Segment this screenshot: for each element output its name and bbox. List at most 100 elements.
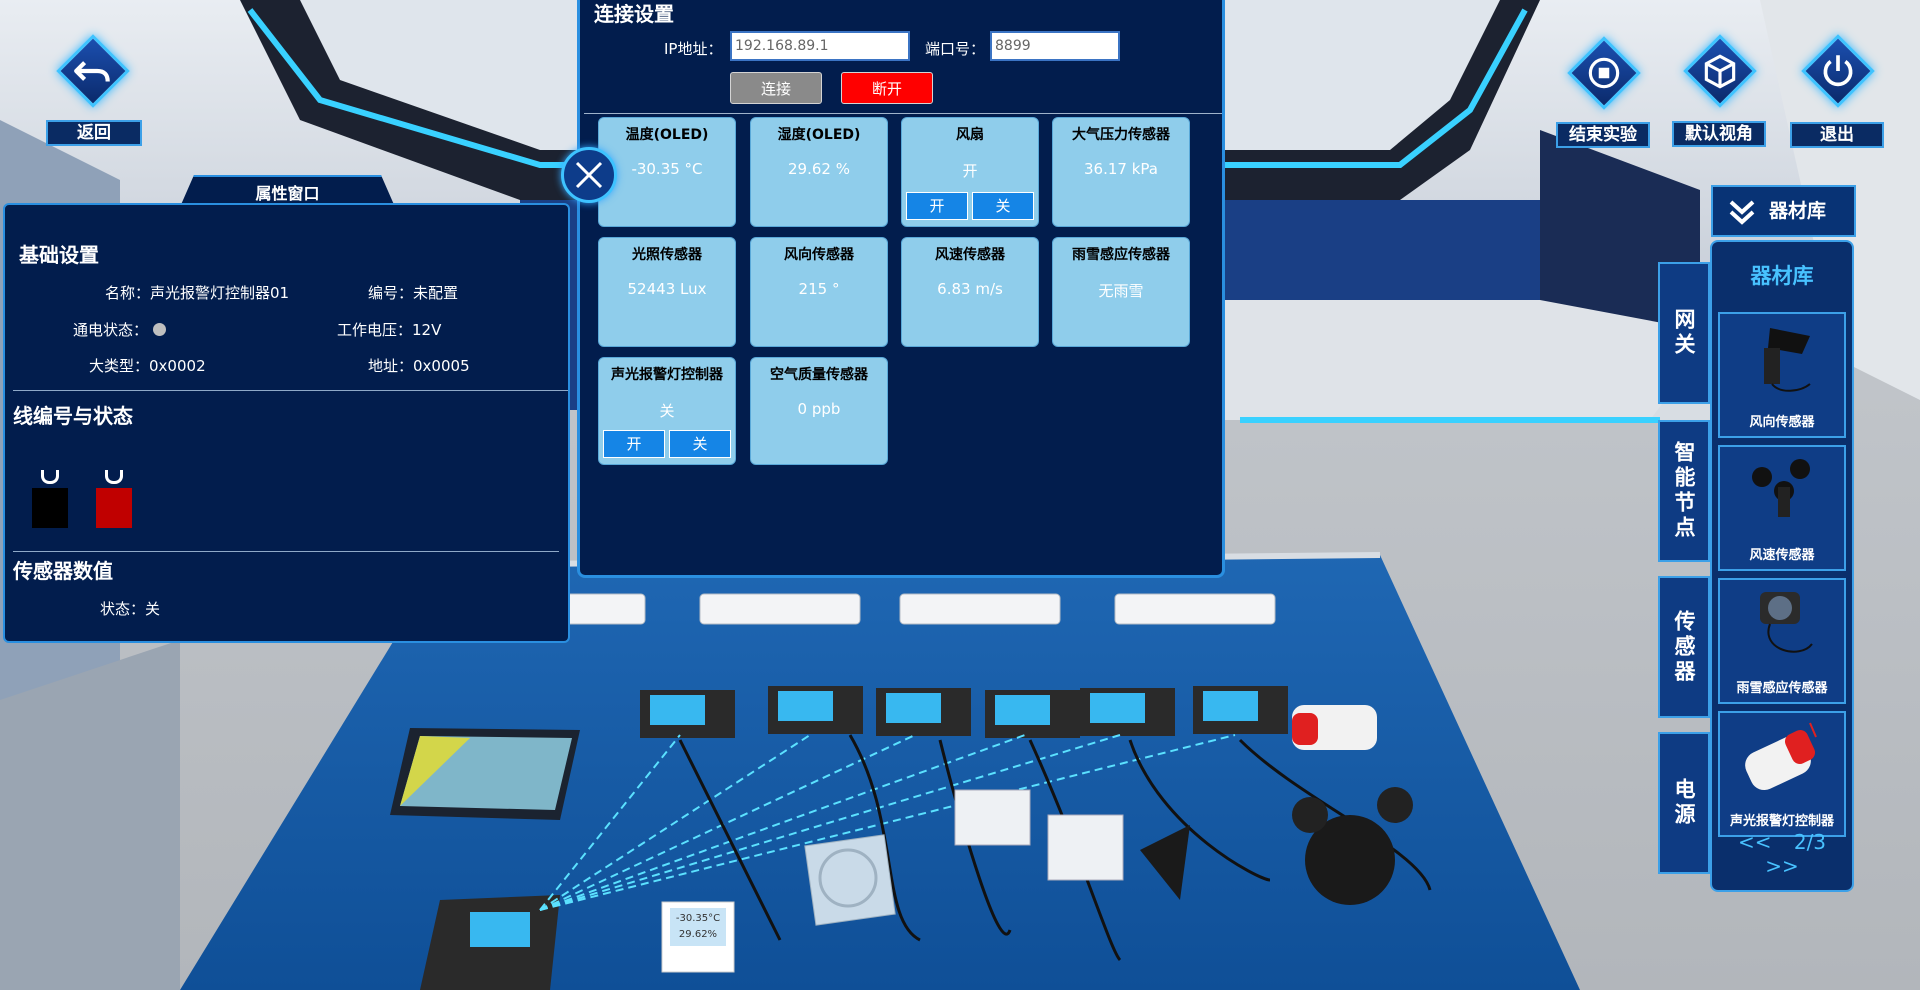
tab-sensor[interactable]: 传感器 [1658,576,1710,718]
cube-icon [1704,54,1736,89]
basic-settings-title: 基础设置 [19,243,99,267]
next-page-button[interactable]: >> [1765,854,1799,878]
default-view-label[interactable]: 默认视角 [1672,121,1766,147]
power-state-dot-icon [152,323,166,336]
library-item-alarm-light[interactable]: 声光报警灯控制器 [1718,711,1846,837]
address-key: 地址： [368,357,414,375]
humidity-oled-card: 湿度(OLED) 29.62 % [750,117,888,227]
fan-on-button[interactable]: 开 [906,192,968,220]
close-dialog-button[interactable] [561,147,617,203]
card-title: 大气压力传感器 [1072,127,1170,143]
connect-button[interactable]: 连接 [730,72,822,104]
tab-power[interactable]: 电源 [1658,732,1710,874]
disconnect-button[interactable]: 断开 [841,72,933,104]
item-name: 风向传感器 [1749,415,1815,430]
rain-snow-card: 雨雪感应传感器 无雨雪 [1052,237,1190,347]
close-icon [575,161,603,189]
library-toggle-button[interactable]: 器材库 [1711,185,1856,237]
card-value: 6.83 m/s [937,280,1003,298]
card-title: 湿度(OLED) [777,127,861,143]
card-title: 温度(OLED) [625,127,709,143]
card-title: 光照传感器 [632,247,702,263]
card-title: 声光报警灯控制器 [611,367,723,383]
item-name: 风速传感器 [1749,548,1815,563]
tab-gateway[interactable]: 网关 [1658,262,1710,404]
state-key: 状态： [100,600,146,618]
end-experiment-label[interactable]: 结束实验 [1556,122,1650,148]
fan-off-button[interactable]: 关 [972,192,1034,220]
black-wire-terminal[interactable] [32,470,68,528]
card-title: 风速传感器 [935,247,1005,263]
card-value: -30.35 °C [631,160,703,178]
exit-button[interactable] [1798,31,1876,109]
prev-page-button[interactable]: << [1738,830,1772,854]
ip-input[interactable] [730,31,910,61]
property-window: 基础设置 名称：声光报警灯控制器01 编号：未配置 通电状态： 工作电压：12V… [3,203,570,643]
library-item-rain-snow[interactable]: 雨雪感应传感器 [1718,578,1846,704]
alarm-light-card: 声光报警灯控制器 关 开 关 [598,357,736,465]
page-indicator: 2/3 [1793,830,1827,854]
type-key: 大类型： [89,357,150,375]
name-key: 名称： [105,284,151,302]
connection-title: 连接设置 [594,2,674,26]
card-value: 52443 Lux [627,280,707,298]
end-experiment-button[interactable] [1564,33,1642,111]
card-title: 雨雪感应传感器 [1072,247,1170,263]
ip-label: IP地址： [664,40,723,58]
back-button[interactable] [53,31,131,109]
alarm-on-button[interactable]: 开 [603,430,665,458]
exit-label[interactable]: 退出 [1790,122,1884,148]
name-value: 声光报警灯控制器01 [150,284,290,302]
type-value: 0x0002 [149,357,206,375]
item-name: 雨雪感应传感器 [1736,681,1828,696]
library-header-label: 器材库 [1769,200,1827,222]
type-field: 大类型：0x0002 [89,355,206,376]
divider [13,551,559,552]
divider [584,113,1222,114]
alarm-off-button[interactable]: 关 [669,430,731,458]
card-value: 关 [659,402,675,420]
tab-smart-node[interactable]: 智能节点 [1658,420,1710,562]
back-label[interactable]: 返回 [46,120,142,146]
voltage-field: 工作电压：12V [337,319,441,340]
card-value: 无雨雪 [1098,282,1144,300]
stop-icon [1588,57,1620,89]
oled-temp-text: -30.35°C [676,913,720,924]
pressure-card: 大气压力传感器 36.17 kPa [1052,117,1190,227]
card-title: 风扇 [956,127,984,143]
chevron-double-down-icon [1729,200,1755,225]
port-label: 端口号： [925,40,986,58]
air-quality-card: 空气质量传感器 0 ppb [750,357,888,465]
default-view-button[interactable] [1680,31,1758,109]
card-value: 36.17 kPa [1084,160,1158,178]
library-item-wind-speed[interactable]: 风速传感器 [1718,445,1846,571]
wind-direction-card: 风向传感器 215 ° [750,237,888,347]
card-value: 开 [962,162,978,180]
equipment-library-panel: 器材库 风向传感器 风速传感器 雨雪感应传感器 声光报警灯控制器 << 2/3 … [1710,240,1854,892]
power-state-field: 通电状态： [73,319,166,340]
connection-dialog: 连接设置 IP地址： 端口号： 连接 断开 温度(OLED) -30.35 °C… [577,0,1225,578]
id-value: 未配置 [413,284,459,302]
wind-speed-card: 风速传感器 6.83 m/s [901,237,1039,347]
fan-card: 风扇 开 开 关 [901,117,1039,227]
port-input[interactable] [990,31,1120,61]
address-value: 0x0005 [413,357,470,375]
wind-direction-sensor-icon [1764,328,1811,392]
red-wire-terminal[interactable] [96,470,132,528]
item-name: 声光报警灯控制器 [1729,814,1834,829]
address-field: 地址：0x0005 [368,355,470,376]
divider [13,390,568,391]
card-title: 风向传感器 [784,247,854,263]
temp-oled-card: 温度(OLED) -30.35 °C [598,117,736,227]
voltage-value: 12V [412,321,442,339]
undo-arrow-icon [74,61,110,82]
library-title: 器材库 [1750,264,1814,288]
alarm-light-icon [1745,722,1817,791]
library-item-wind-direction[interactable]: 风向传感器 [1718,312,1846,438]
light-card: 光照传感器 52443 Lux [598,237,736,347]
card-title: 空气质量传感器 [770,367,868,383]
library-pager: << 2/3 >> [1712,830,1852,878]
sensor-value-title: 传感器数值 [13,559,113,583]
voltage-key: 工作电压： [337,321,413,339]
wire-status-title: 线编号与状态 [13,404,133,428]
